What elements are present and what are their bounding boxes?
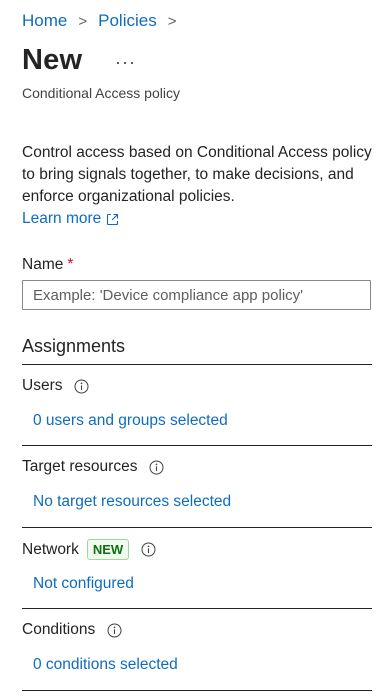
conditions-selection-link[interactable]: 0 conditions selected	[33, 656, 178, 674]
external-link-icon	[107, 213, 119, 225]
users-label-text: Users	[22, 377, 63, 394]
divider	[22, 364, 372, 365]
divider	[22, 608, 372, 609]
breadcrumb-policies-link[interactable]: Policies	[98, 11, 157, 31]
intro-text: Control access based on Conditional Acce…	[22, 144, 372, 205]
required-marker: *	[67, 256, 74, 273]
chevron-right-icon: >	[78, 12, 88, 30]
info-icon[interactable]	[141, 542, 156, 557]
network-label: Network NEW	[22, 539, 156, 560]
target-resources-label-text: Target resources	[22, 458, 138, 475]
network-label-text: Network	[22, 540, 79, 558]
divider	[22, 690, 372, 691]
divider	[22, 445, 372, 446]
users-selection-link[interactable]: 0 users and groups selected	[33, 412, 228, 430]
info-icon[interactable]	[107, 623, 122, 638]
name-field-label: Name *	[22, 256, 73, 274]
page-subtitle: Conditional Access policy	[22, 85, 180, 101]
target-resources-label: Target resources	[22, 458, 164, 476]
name-label-text: Name	[22, 256, 64, 273]
page-title: New	[22, 44, 83, 76]
users-label: Users	[22, 377, 89, 395]
network-selection-link[interactable]: Not configured	[33, 575, 134, 593]
learn-more-link[interactable]: Learn more	[22, 208, 119, 230]
assignments-heading: Assignments	[22, 336, 126, 356]
breadcrumb-home-link[interactable]: Home	[22, 11, 67, 31]
info-icon[interactable]	[149, 460, 164, 475]
learn-more-label: Learn more	[22, 210, 102, 227]
divider	[22, 527, 372, 528]
conditions-label-text: Conditions	[22, 621, 96, 638]
chevron-right-icon: >	[167, 12, 177, 30]
new-badge: NEW	[86, 539, 130, 560]
target-resources-selection-link[interactable]: No target resources selected	[33, 493, 231, 511]
policy-name-input[interactable]	[22, 280, 371, 310]
conditions-label: Conditions	[22, 621, 122, 639]
info-icon[interactable]	[74, 379, 89, 394]
more-options-button[interactable]: ···	[115, 52, 136, 73]
intro-description: Control access based on Conditional Acce…	[22, 142, 372, 230]
breadcrumb: Home > Policies >	[22, 11, 187, 31]
